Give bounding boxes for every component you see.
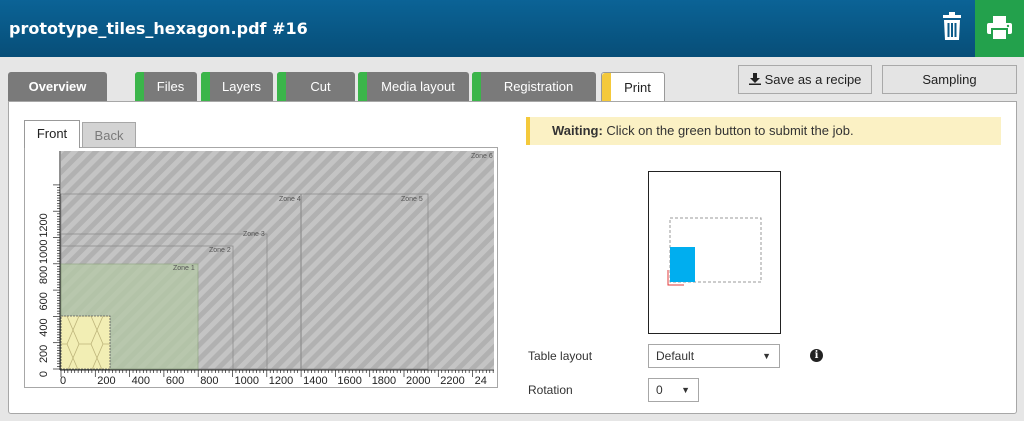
tab-status-done — [358, 72, 367, 101]
tab-status-done — [472, 72, 481, 101]
x-tick-label: 24 — [475, 375, 487, 387]
x-tick-label: 1400 — [303, 375, 327, 387]
x-tick-label: 1200 — [269, 375, 293, 387]
zone-1-label: Zone 1 — [173, 265, 195, 272]
y-tick-label: 1000 — [38, 240, 50, 264]
save-as-recipe-button[interactable]: Save as a recipe — [738, 65, 872, 94]
rotation-label: Rotation — [528, 383, 573, 397]
tab-overview[interactable]: Overview — [8, 72, 107, 101]
zone-6-label: Zone 6 — [471, 153, 493, 160]
tab-layers[interactable]: Layers — [201, 72, 273, 101]
zone-2-label: Zone 2 — [209, 247, 231, 254]
x-tick-label: 1600 — [337, 375, 361, 387]
table-layout-select[interactable]: Default ▼ — [648, 344, 780, 368]
print-button[interactable] — [975, 0, 1024, 57]
print-object — [670, 247, 695, 282]
x-tick-label: 600 — [166, 375, 184, 387]
trash-icon[interactable] — [937, 12, 967, 44]
table-preview: Zone 1 Zone 2 Zone 3 Zone 4 Zone 5 Zone … — [24, 147, 498, 388]
tab-front[interactable]: Front — [24, 120, 80, 148]
tab-back[interactable]: Back — [82, 122, 136, 148]
chevron-down-icon: ▼ — [762, 351, 771, 361]
x-tick-label: 2200 — [440, 375, 464, 387]
document-title: prototype_tiles_hexagon.pdf #16 — [9, 19, 308, 38]
y-tick-label: 600 — [38, 292, 50, 310]
x-tick-label: 400 — [132, 375, 150, 387]
x-tick-label: 1000 — [235, 375, 259, 387]
tab-status-done — [201, 72, 210, 101]
tab-status-done — [135, 72, 144, 101]
tab-status-done — [277, 72, 286, 101]
tab-status-current — [602, 73, 611, 102]
x-tick-label: 200 — [97, 375, 115, 387]
x-tick-label: 2000 — [406, 375, 430, 387]
download-icon — [748, 73, 761, 85]
job-placement — [60, 315, 111, 370]
zone-5-label: Zone 5 — [401, 196, 423, 203]
y-tick-label: 800 — [38, 266, 50, 284]
printer-icon — [987, 16, 1012, 40]
x-tick-label: 0 — [60, 375, 66, 387]
info-icon[interactable]: i — [810, 349, 823, 362]
media-preview — [648, 171, 781, 334]
x-tick-label: 800 — [200, 375, 218, 387]
rotation-select[interactable]: 0 ▼ — [648, 378, 699, 402]
table-plot: Zone 1 Zone 2 Zone 3 Zone 4 Zone 5 Zone … — [38, 151, 494, 387]
table-layout-label: Table layout — [528, 349, 593, 363]
tab-media-layout[interactable]: Media layout — [358, 72, 469, 101]
tab-registration[interactable]: Registration — [472, 72, 596, 101]
status-message: Waiting: Click on the green button to su… — [526, 117, 1001, 145]
zone-3-label: Zone 3 — [243, 231, 265, 238]
y-tick-label: 200 — [38, 345, 50, 363]
y-tick-label: 1200 — [38, 213, 50, 237]
tab-print[interactable]: Print — [601, 72, 665, 102]
zone-4-label: Zone 4 — [279, 196, 301, 203]
chevron-down-icon: ▼ — [681, 385, 690, 395]
y-tick-label: 0 — [38, 371, 50, 377]
tab-cut[interactable]: Cut — [277, 72, 355, 101]
x-tick-label: 1800 — [372, 375, 396, 387]
sampling-button[interactable]: Sampling — [882, 65, 1017, 94]
tab-files[interactable]: Files — [135, 72, 197, 101]
y-tick-label: 400 — [38, 318, 50, 336]
title-bar: prototype_tiles_hexagon.pdf #16 — [0, 0, 1024, 57]
